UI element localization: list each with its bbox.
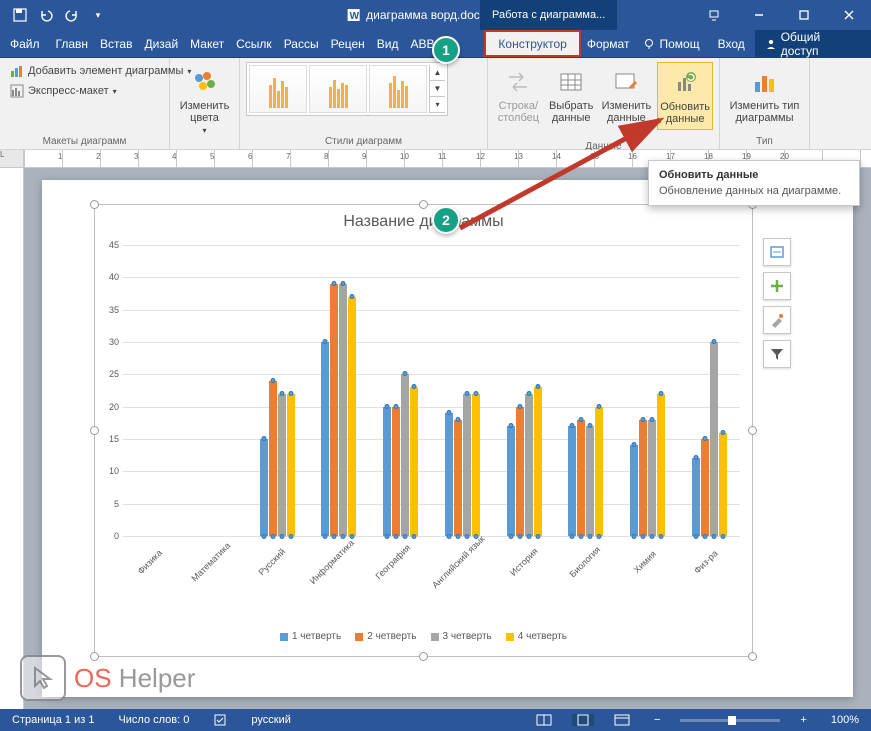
cursor-icon bbox=[20, 655, 66, 701]
resize-handle[interactable] bbox=[748, 652, 757, 661]
group-label-layouts: Макеты диаграмм bbox=[6, 134, 163, 147]
tab-insert[interactable]: Встав bbox=[94, 30, 138, 57]
chart-layout-options-button[interactable] bbox=[763, 238, 791, 266]
ribbon-options-button[interactable] bbox=[691, 0, 736, 30]
word-icon: W bbox=[346, 8, 360, 22]
person-icon bbox=[765, 38, 777, 50]
annotation-marker-2: 2 bbox=[432, 206, 460, 234]
tab-mailings[interactable]: Рассы bbox=[278, 30, 325, 57]
chart-style-3[interactable] bbox=[369, 65, 427, 113]
zoom-out-button[interactable]: − bbox=[650, 714, 664, 726]
edit-data-button[interactable]: Изменить данные▾ bbox=[600, 62, 654, 139]
spellcheck-button[interactable] bbox=[209, 713, 231, 727]
layout-icon bbox=[10, 84, 24, 98]
maximize-button[interactable] bbox=[781, 0, 826, 30]
tooltip-title: Обновить данные bbox=[659, 169, 849, 181]
switch-row-column-button[interactable]: Строка/столбец bbox=[494, 62, 543, 128]
grid-icon bbox=[555, 66, 587, 98]
group-label-type: Тип bbox=[726, 134, 803, 147]
group-label-styles: Стили диаграмм bbox=[246, 134, 481, 147]
watermark-logo: OS Helper bbox=[20, 655, 195, 701]
zoom-in-button[interactable]: + bbox=[796, 714, 810, 726]
document-area: Название диаграммы 051015202530354045 Фи… bbox=[0, 168, 871, 709]
chart-elements-button[interactable] bbox=[763, 272, 791, 300]
zoom-level[interactable]: 100% bbox=[827, 714, 863, 726]
chart-type-icon bbox=[749, 66, 781, 98]
resize-handle[interactable] bbox=[90, 426, 99, 435]
tab-file[interactable]: Файл bbox=[0, 30, 50, 57]
tab-view[interactable]: Вид bbox=[371, 30, 405, 57]
gallery-scroll-up[interactable]: ▲ bbox=[430, 65, 445, 81]
chart-plot-area[interactable] bbox=[123, 245, 740, 536]
word-count[interactable]: Число слов: 0 bbox=[114, 714, 193, 726]
edit-icon bbox=[610, 66, 642, 98]
page[interactable]: Название диаграммы 051015202530354045 Фи… bbox=[42, 180, 853, 697]
switch-icon bbox=[502, 66, 534, 98]
change-colors-button[interactable]: Изменить цвета ▾ bbox=[176, 62, 233, 139]
undo-button[interactable] bbox=[34, 3, 58, 27]
chart-style-2[interactable] bbox=[309, 65, 367, 113]
select-data-button[interactable]: Выбрать данные bbox=[547, 62, 596, 128]
chart-style-1[interactable] bbox=[249, 65, 307, 113]
ruler-corner: L bbox=[0, 150, 24, 167]
tell-me-search[interactable]: Помощ bbox=[635, 30, 707, 57]
annotation-marker-1: 1 bbox=[432, 36, 460, 64]
chart-object[interactable]: Название диаграммы 051015202530354045 Фи… bbox=[94, 204, 753, 657]
status-bar: Страница 1 из 1 Число слов: 0 русский − … bbox=[0, 709, 871, 731]
chart-filters-button[interactable] bbox=[763, 340, 791, 368]
tab-constructor[interactable]: Конструктор bbox=[484, 30, 580, 57]
sign-in-button[interactable]: Вход bbox=[708, 30, 755, 57]
tab-format[interactable]: Формат bbox=[581, 30, 636, 57]
palette-icon bbox=[189, 66, 221, 98]
share-button[interactable]: Общий доступ bbox=[755, 30, 871, 57]
resize-handle[interactable] bbox=[419, 652, 428, 661]
change-chart-type-button[interactable]: Изменить тип диаграммы bbox=[726, 62, 803, 128]
web-layout-button[interactable] bbox=[610, 714, 634, 726]
close-button[interactable] bbox=[826, 0, 871, 30]
qat-customize[interactable]: ▾ bbox=[86, 3, 110, 27]
refresh-icon bbox=[669, 67, 701, 99]
language-button[interactable]: русский bbox=[247, 714, 294, 726]
title-bar: ▾ W диаграмма ворд.docx - Word Работа с … bbox=[0, 0, 871, 30]
svg-text:W: W bbox=[349, 11, 359, 22]
add-chart-element-button[interactable]: Добавить элемент диаграммы▾ bbox=[6, 62, 195, 80]
chart-styles-gallery[interactable]: ▲ ▼ ▾ bbox=[246, 62, 448, 116]
tab-design[interactable]: Дизай bbox=[138, 30, 184, 57]
tab-home[interactable]: Главн bbox=[50, 30, 95, 57]
save-button[interactable] bbox=[8, 3, 32, 27]
tab-references[interactable]: Ссылк bbox=[230, 30, 278, 57]
chart-x-axis: ФизикаМатематикаРусскийИнформатикаГеогра… bbox=[123, 540, 740, 608]
chart-title[interactable]: Название диаграммы bbox=[95, 205, 752, 235]
tab-layout[interactable]: Макет bbox=[184, 30, 230, 57]
resize-handle[interactable] bbox=[90, 200, 99, 209]
resize-handle[interactable] bbox=[419, 200, 428, 209]
zoom-slider[interactable] bbox=[680, 719, 780, 722]
lightbulb-icon bbox=[643, 38, 655, 50]
tooltip-refresh-data: Обновить данные Обновление данных на диа… bbox=[648, 160, 860, 206]
quick-layout-button[interactable]: Экспресс-макет▾ bbox=[6, 82, 121, 100]
ribbon: Добавить элемент диаграммы▾ Экспресс-мак… bbox=[0, 58, 871, 150]
refresh-data-button[interactable]: Обновить данные bbox=[657, 62, 713, 130]
chart-tools-context: Работа с диаграмма... bbox=[480, 0, 617, 30]
chart-styles-button[interactable] bbox=[763, 306, 791, 334]
vertical-ruler[interactable] bbox=[0, 168, 24, 709]
tab-review[interactable]: Рецен bbox=[325, 30, 371, 57]
gallery-expand[interactable]: ▾ bbox=[430, 97, 445, 113]
chart-element-icon bbox=[10, 64, 24, 78]
tooltip-body: Обновление данных на диаграмме. bbox=[659, 185, 849, 197]
minimize-button[interactable] bbox=[736, 0, 781, 30]
page-count[interactable]: Страница 1 из 1 bbox=[8, 714, 98, 726]
redo-button[interactable] bbox=[60, 3, 84, 27]
chart-y-axis: 051015202530354045 bbox=[101, 245, 121, 536]
resize-handle[interactable] bbox=[748, 426, 757, 435]
gallery-scroll-down[interactable]: ▼ bbox=[430, 81, 445, 97]
chart-legend[interactable]: 1 четверть2 четверть3 четверть4 четверть bbox=[95, 631, 752, 642]
read-mode-button[interactable] bbox=[532, 714, 556, 726]
print-layout-button[interactable] bbox=[572, 714, 594, 726]
